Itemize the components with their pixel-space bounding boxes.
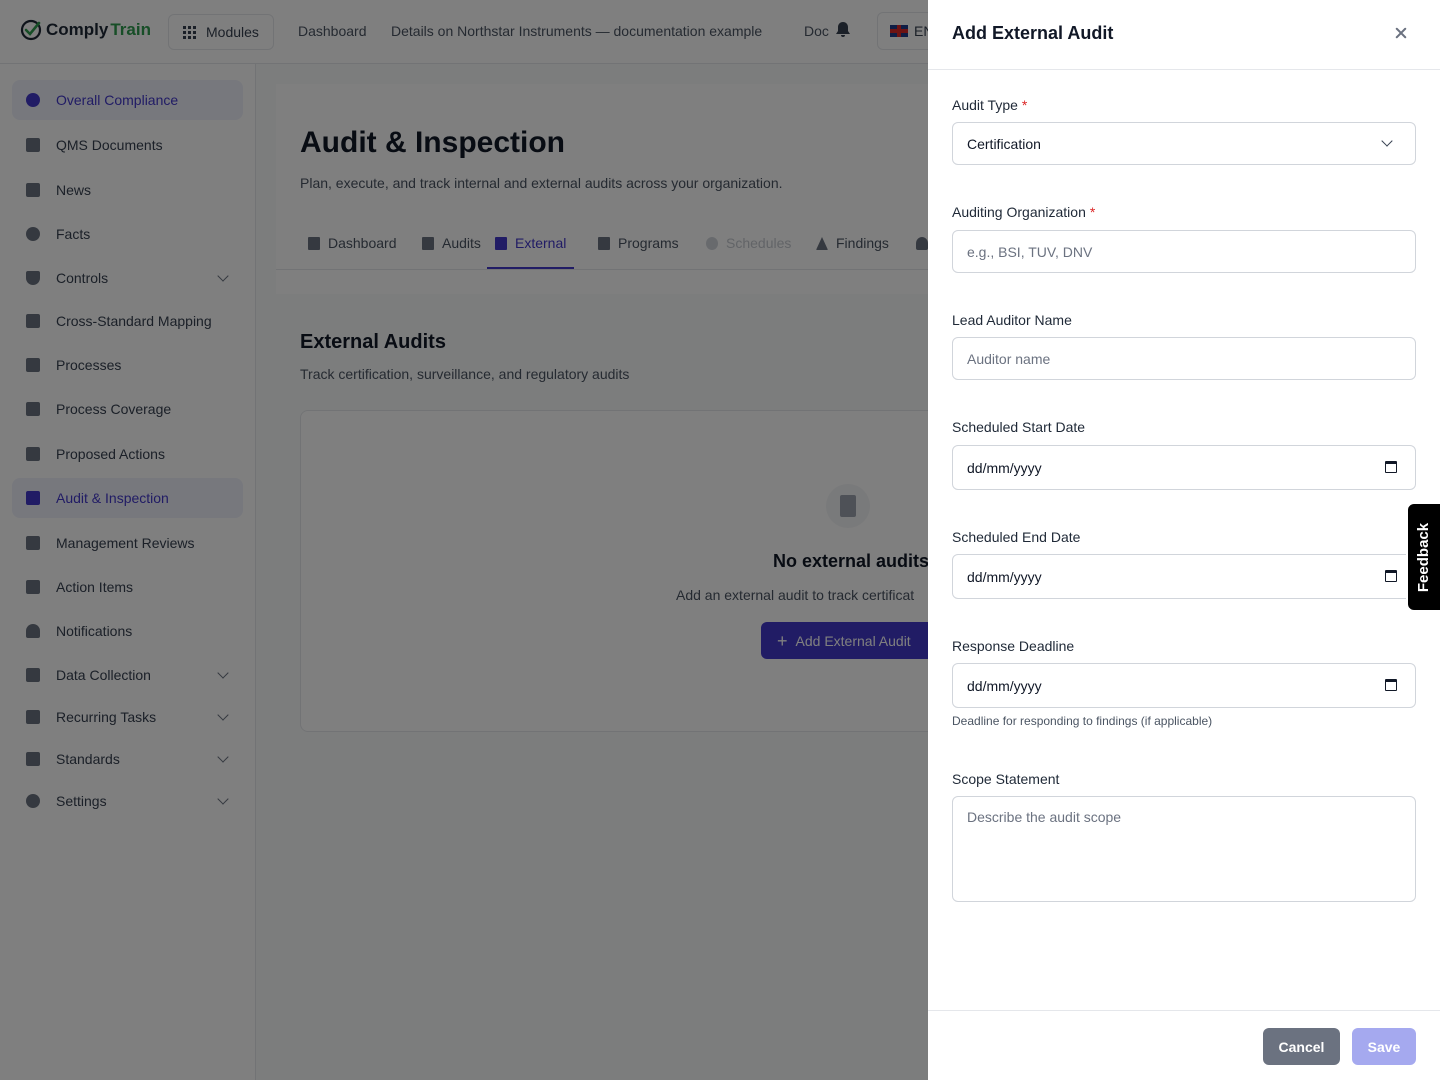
save-button[interactable]: Save <box>1352 1028 1416 1065</box>
scheduled-end-date-input[interactable]: dd/mm/yyyy <box>952 554 1416 599</box>
scope-statement-label: Scope Statement <box>952 771 1060 787</box>
auditing-organization-label: Auditing Organization * <box>952 204 1095 220</box>
drawer-title: Add External Audit <box>952 23 1114 43</box>
response-deadline-help: Deadline for responding to findings (if … <box>952 714 1213 728</box>
lead-auditor-input[interactable] <box>952 337 1416 380</box>
modal-backdrop[interactable] <box>0 0 928 1080</box>
base-app: ComplyTrain Modules Dashboard Details on… <box>0 0 928 1080</box>
date-placeholder: dd/mm/yyyy <box>967 677 1042 694</box>
add-external-audit-drawer: Add External Audit Audit Type * Certifica… <box>928 0 1440 1080</box>
drawer-header: Add External Audit <box>928 0 1440 70</box>
required-asterisk: * <box>1021 97 1028 113</box>
cancel-button[interactable]: Cancel <box>1263 1028 1340 1065</box>
response-deadline-input[interactable]: dd/mm/yyyy <box>952 663 1416 708</box>
required-asterisk: * <box>1089 204 1096 220</box>
calendar-icon[interactable] <box>1385 461 1397 473</box>
auditing-organization-label-text: Auditing Organization <box>952 204 1086 220</box>
feedback-label: Feedback <box>1415 522 1433 592</box>
lead-auditor-label: Lead Auditor Name <box>952 312 1072 328</box>
date-placeholder: dd/mm/yyyy <box>967 568 1042 585</box>
audit-type-select[interactable]: Certification <box>952 122 1416 165</box>
response-deadline-label: Response Deadline <box>952 638 1075 654</box>
chevron-down-icon <box>1381 135 1393 147</box>
audit-type-label-text: Audit Type <box>952 97 1018 113</box>
scheduled-start-date-input[interactable]: dd/mm/yyyy <box>952 445 1416 490</box>
auditing-organization-input[interactable] <box>952 230 1416 273</box>
calendar-icon[interactable] <box>1385 570 1397 582</box>
scope-statement-textarea[interactable] <box>952 796 1416 902</box>
feedback-tab[interactable]: Feedback <box>1406 502 1440 612</box>
drawer-footer: Cancel Save <box>928 1010 1440 1080</box>
audit-type-label: Audit Type * <box>952 97 1027 113</box>
scheduled-start-date-label: Scheduled Start Date <box>952 419 1086 435</box>
close-icon[interactable] <box>1392 24 1410 42</box>
calendar-icon[interactable] <box>1385 679 1397 691</box>
date-placeholder: dd/mm/yyyy <box>967 459 1042 476</box>
audit-type-value: Certification <box>967 135 1041 152</box>
scheduled-end-date-label: Scheduled End Date <box>952 529 1081 545</box>
